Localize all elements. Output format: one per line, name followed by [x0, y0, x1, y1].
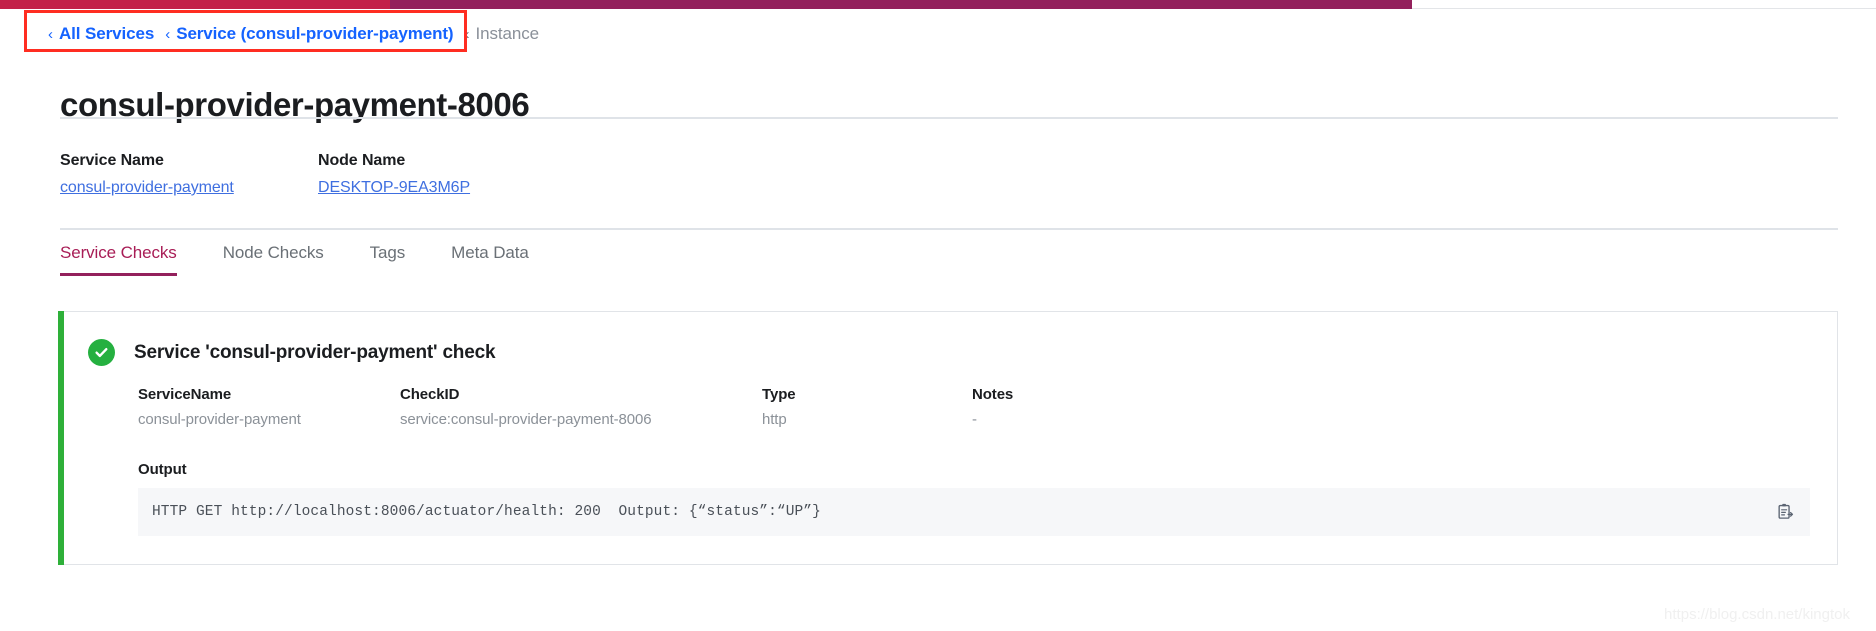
meta-service-name-link[interactable]: consul-provider-payment — [60, 179, 234, 196]
check-output-label: Output — [138, 461, 187, 478]
check-field-type-value: http — [762, 411, 787, 428]
meta-service-name-label: Service Name — [60, 152, 164, 169]
check-circle-icon — [88, 339, 115, 366]
chevron-left-icon: ‹ — [48, 25, 53, 43]
check-title: Service 'consul-provider-payment' check — [134, 341, 496, 363]
tab-tags[interactable]: Tags — [370, 243, 406, 276]
check-field-notes: Notes - — [972, 386, 1013, 428]
tab-node-checks[interactable]: Node Checks — [223, 243, 324, 276]
tab-bar: Service Checks Node Checks Tags Meta Dat… — [60, 243, 575, 276]
check-field-servicename-value: consul-provider-payment — [138, 411, 301, 428]
top-brand-bar — [0, 0, 1412, 9]
check-field-notes-value: - — [972, 411, 977, 428]
breadcrumb-link-all-services[interactable]: All Services — [59, 24, 154, 44]
top-brand-bar-accent — [0, 0, 390, 9]
tab-service-checks[interactable]: Service Checks — [60, 243, 177, 276]
check-field-servicename-label: ServiceName — [138, 386, 232, 403]
header-rule — [1412, 8, 1876, 9]
tab-meta-data[interactable]: Meta Data — [451, 243, 529, 276]
check-field-type-label: Type — [762, 386, 796, 403]
check-field-checkid-value: service:consul-provider-payment-8006 — [400, 411, 652, 428]
check-card-header: Service 'consul-provider-payment' check — [88, 339, 496, 366]
meta-node-name-link[interactable]: DESKTOP-9EA3M6P — [318, 179, 470, 196]
breadcrumb-item-instance: ‹ Instance — [464, 24, 539, 44]
breadcrumb-current-instance: Instance — [475, 24, 539, 43]
breadcrumb-link-service[interactable]: Service (consul-provider-payment) — [176, 24, 453, 44]
meta-divider — [60, 228, 1838, 230]
watermark: https://blog.csdn.net/kingtok — [1664, 606, 1850, 623]
breadcrumb: ‹ All Services ‹ Service (consul-provide… — [0, 14, 539, 54]
chevron-left-icon: ‹ — [165, 25, 171, 43]
breadcrumb-item-service[interactable]: ‹ Service (consul-provider-payment) — [165, 24, 464, 44]
check-field-checkid: CheckID service:consul-provider-payment-… — [400, 386, 762, 428]
instance-meta-row: Service Name consul-provider-payment Nod… — [60, 152, 470, 197]
check-field-grid: ServiceName consul-provider-payment Chec… — [138, 386, 1013, 428]
check-status-bar — [58, 311, 64, 565]
clipboard-copy-icon[interactable] — [1774, 501, 1796, 523]
chevron-left-icon: ‹ — [464, 25, 470, 43]
check-output-box: HTTP GET http://localhost:8006/actuator/… — [138, 488, 1810, 536]
breadcrumb-item-all-services[interactable]: ‹ All Services — [48, 24, 165, 44]
check-field-notes-label: Notes — [972, 386, 1014, 403]
meta-node-name-label: Node Name — [318, 152, 406, 169]
title-divider — [60, 117, 1838, 119]
check-field-type: Type http — [762, 386, 972, 428]
meta-node-name: Node Name DESKTOP-9EA3M6P — [318, 152, 470, 197]
check-field-servicename: ServiceName consul-provider-payment — [138, 386, 400, 428]
meta-service-name: Service Name consul-provider-payment — [60, 152, 318, 197]
check-field-checkid-label: CheckID — [400, 386, 460, 403]
check-output-text: HTTP GET http://localhost:8006/actuator/… — [152, 504, 821, 520]
